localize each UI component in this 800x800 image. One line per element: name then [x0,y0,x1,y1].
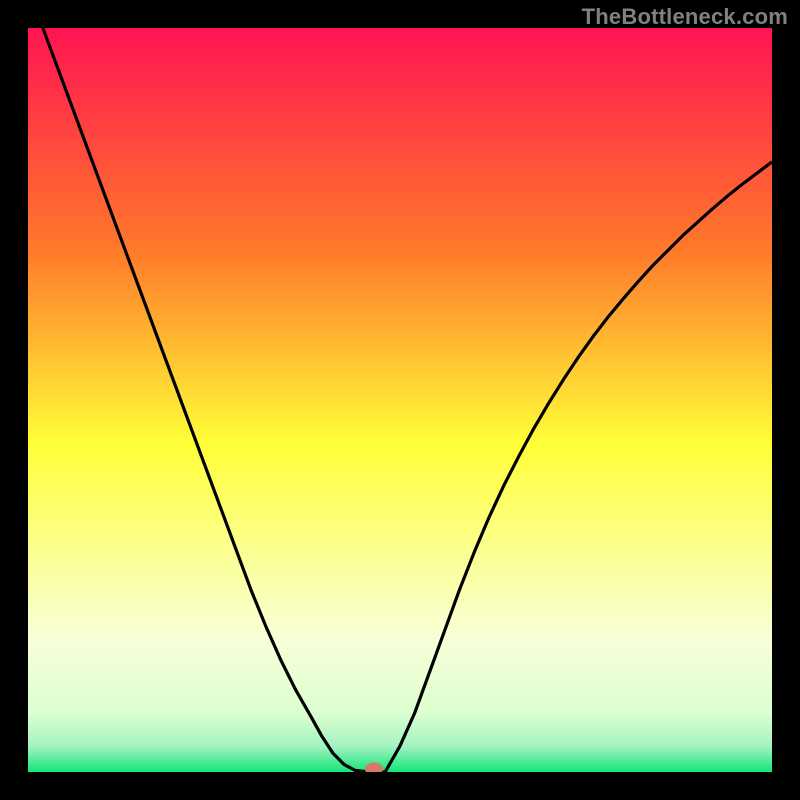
plot-area [28,28,772,772]
chart-frame: TheBottleneck.com [0,0,800,800]
watermark-label: TheBottleneck.com [582,4,788,30]
gradient-background [28,28,772,772]
plot-svg [28,28,772,772]
